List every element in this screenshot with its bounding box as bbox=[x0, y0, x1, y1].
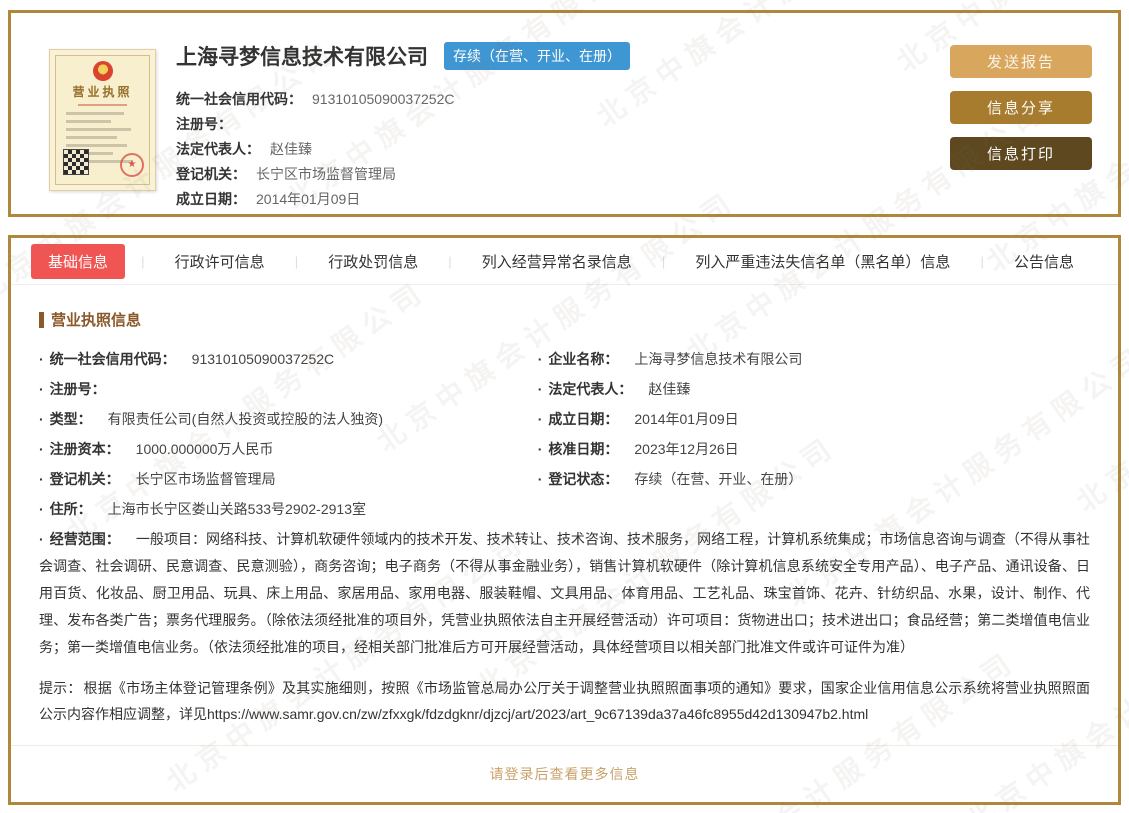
section-title-bar bbox=[39, 312, 44, 328]
header-field-legal-rep: 法定代表人：赵佳臻 bbox=[176, 137, 630, 162]
field-business-scope: ·经营范围：一般项目：网络科技、计算机软硬件领域内的技术开发、技术转让、技术咨询… bbox=[39, 526, 1090, 661]
red-seal-icon: ★ bbox=[120, 153, 144, 177]
field-company-type: · 类型： 有限责任公司(自然人投资或控股的法人独资) bbox=[39, 404, 528, 434]
field-company-name: · 企业名称： 上海寻梦信息技术有限公司 bbox=[538, 344, 1090, 374]
tab-separator: | bbox=[448, 254, 451, 269]
emblem-star-glyph: ★ bbox=[99, 67, 106, 75]
field-establish-date: · 成立日期： 2014年01月09日 bbox=[538, 404, 1090, 434]
tab-blacklist[interactable]: 列入严重违法失信名单（黑名单）信息 bbox=[681, 244, 964, 279]
field-reg-authority: · 登记机关： 长宁区市场监督管理局 bbox=[39, 464, 528, 494]
tab-basic-info[interactable]: 基础信息 bbox=[31, 244, 125, 279]
tab-separator: | bbox=[295, 254, 298, 269]
share-info-button[interactable]: 信息分享 bbox=[950, 91, 1092, 124]
tab-announcements[interactable]: 公告信息 bbox=[1000, 244, 1088, 279]
field-address: · 住所： 上海市长宁区娄山关路533号2902-2913室 bbox=[39, 494, 528, 524]
fields-left-column: · 统一社会信用代码： 91310105090037252C · 注册号： · … bbox=[39, 344, 528, 524]
national-emblem-icon: ★ bbox=[93, 61, 113, 81]
basic-info-panel: 营业执照信息 · 统一社会信用代码： 91310105090037252C · … bbox=[11, 285, 1118, 727]
field-legal-rep: · 法定代表人： 赵佳臻 bbox=[538, 374, 1090, 404]
field-registered-capital: · 注册资本： 1000.000000万人民币 bbox=[39, 434, 528, 464]
header-field-reg-authority: 登记机关：长宁区市场监督管理局 bbox=[176, 162, 630, 187]
seal-star-glyph: ★ bbox=[128, 160, 137, 170]
detail-card: 基础信息 | 行政许可信息 | 行政处罚信息 | 列入经营异常名录信息 | 列入… bbox=[8, 235, 1121, 805]
tab-separator: | bbox=[980, 254, 983, 269]
field-approval-date: · 核准日期： 2023年12月26日 bbox=[538, 434, 1090, 464]
login-hint-link[interactable]: 请登录后查看更多信息 bbox=[490, 764, 640, 784]
field-registration-status: · 登记状态： 存续（在营、开业、在册） bbox=[538, 464, 1090, 494]
business-license-inner: ★ 营业执照 ★ bbox=[55, 55, 150, 185]
send-report-button[interactable]: 发送报告 bbox=[950, 45, 1092, 78]
header-actions: 发送报告 信息分享 信息打印 bbox=[950, 41, 1092, 194]
fields-right-column: · 企业名称： 上海寻梦信息技术有限公司 · 法定代表人： 赵佳臻 · 成立日期… bbox=[538, 344, 1090, 524]
card-footer: 请登录后查看更多信息 bbox=[11, 745, 1118, 802]
tab-bar: 基础信息 | 行政许可信息 | 行政处罚信息 | 列入经营异常名录信息 | 列入… bbox=[11, 238, 1118, 285]
header-field-reg-number: 注册号： bbox=[176, 112, 630, 137]
header-field-establish-date: 成立日期：2014年01月09日 bbox=[176, 187, 630, 212]
tab-admin-license[interactable]: 行政许可信息 bbox=[161, 244, 279, 279]
tab-admin-penalty[interactable]: 行政处罚信息 bbox=[314, 244, 432, 279]
header-field-credit-code: 统一社会信用代码：91310105090037252C bbox=[176, 87, 630, 112]
print-info-button[interactable]: 信息打印 bbox=[950, 137, 1092, 170]
business-license-image: ★ 营业执照 ★ bbox=[49, 49, 156, 191]
company-header-card: ★ 营业执照 ★ 上海寻梦信息技术有限公司 存续（在营、开业、在册） 统一社会信… bbox=[8, 10, 1121, 217]
field-credit-code: · 统一社会信用代码： 91310105090037252C bbox=[39, 344, 528, 374]
tab-separator: | bbox=[662, 254, 665, 269]
qr-code bbox=[63, 149, 89, 175]
license-title: 营业执照 bbox=[56, 83, 149, 100]
field-reg-number: · 注册号： bbox=[39, 374, 528, 404]
section-title-business-license: 营业执照信息 bbox=[39, 309, 1090, 330]
tab-abnormal-operations-list[interactable]: 列入经营异常名录信息 bbox=[468, 244, 646, 279]
notice-text: 提示：根据《市场主体登记管理条例》及其实施细则，按照《市场监管总局办公厅关于调整… bbox=[39, 675, 1090, 727]
status-badge: 存续（在营、开业、在册） bbox=[444, 42, 630, 70]
tab-separator: | bbox=[141, 254, 144, 269]
company-summary: 上海寻梦信息技术有限公司 存续（在营、开业、在册） 统一社会信用代码：91310… bbox=[176, 41, 630, 194]
license-red-line bbox=[78, 104, 127, 106]
company-name: 上海寻梦信息技术有限公司 bbox=[176, 41, 428, 71]
